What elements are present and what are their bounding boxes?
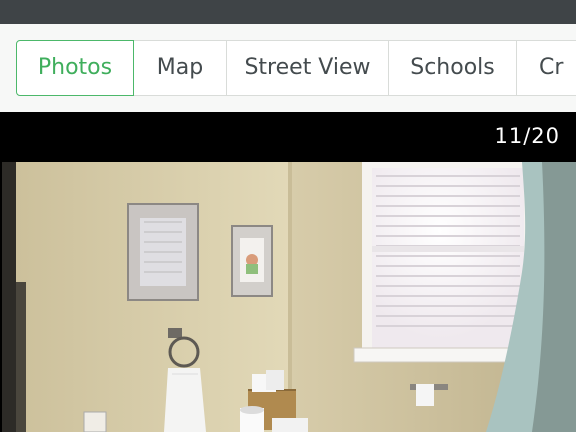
tab-bar: Photos Map Street View Schools Cr [0,24,576,112]
photo-counter: 11/20 [494,124,560,148]
framed-picture [231,225,273,297]
tab-truncated[interactable]: Cr [516,40,576,96]
tab-schools[interactable]: Schools [388,40,517,96]
photo-viewer[interactable]: 11/20 [0,112,576,432]
mirror [127,203,199,301]
tab-list: Photos Map Street View Schools Cr [16,40,576,96]
top-bar [0,0,576,24]
bathroom-photo [2,162,576,432]
listing-photo[interactable] [2,162,576,432]
tab-photos[interactable]: Photos [16,40,134,96]
page: Photos Map Street View Schools Cr 11/20 [0,0,576,432]
tab-street-view[interactable]: Street View [226,40,389,96]
tab-map[interactable]: Map [133,40,227,96]
